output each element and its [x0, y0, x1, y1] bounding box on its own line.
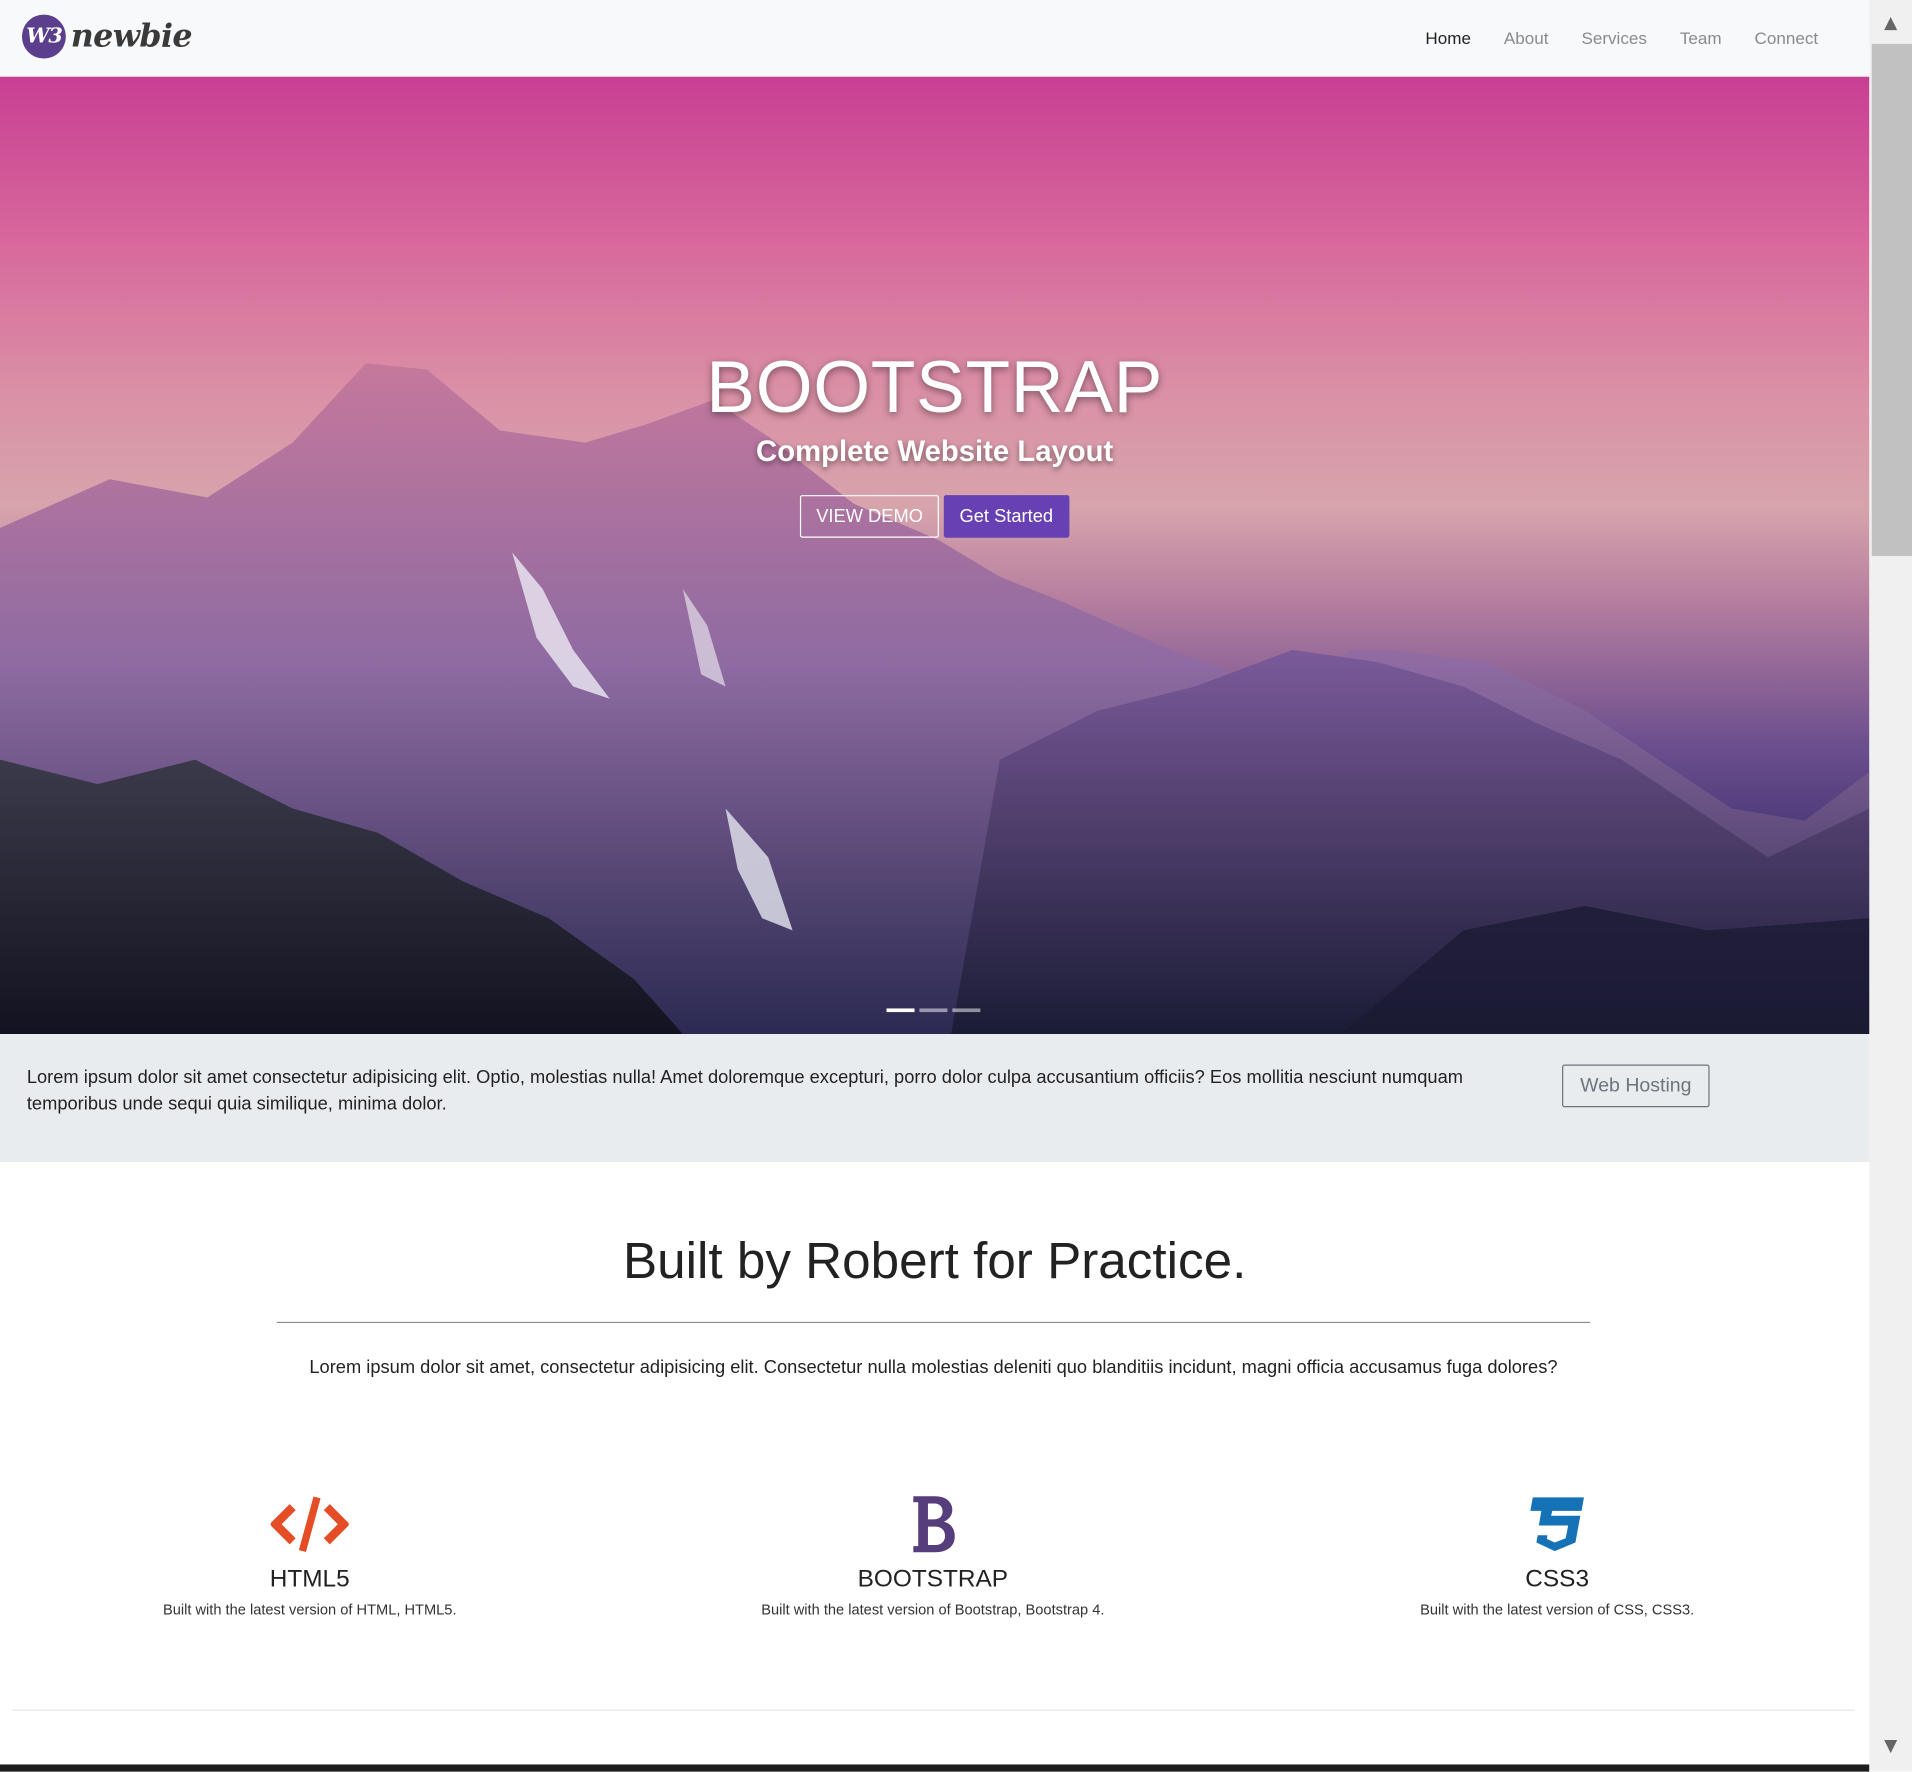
page: W3 newbie Home About Services Team Conne… [0, 0, 1912, 1772]
code-icon [66, 1493, 554, 1556]
jumbotron-strip: Lorem ipsum dolor sit amet consectetur a… [0, 1034, 1870, 1163]
carousel-indicators [886, 1008, 981, 1013]
carousel-indicator-2[interactable] [919, 1008, 948, 1013]
feature-text: Built with the latest version of CSS, CS… [1420, 1601, 1695, 1619]
scroll-up-arrow-icon[interactable]: ▲ [1869, 5, 1912, 42]
feature-text: Built with the latest version of Bootstr… [761, 1601, 1105, 1619]
feature-title: BOOTSTRAP [857, 1565, 1009, 1593]
nav-home[interactable]: Home [1425, 28, 1471, 48]
mountain-image [0, 363, 1870, 1035]
section-title: Built by Robert for Practice. [622, 1231, 1247, 1289]
section-description: Lorem ipsum dolor sit amet, consectetur … [309, 1357, 1558, 1378]
page-scrollbar[interactable]: ▲ ▼ [1869, 0, 1912, 1772]
brand-logo[interactable]: W3 newbie [21, 14, 193, 59]
carousel-indicator-1[interactable] [886, 1008, 915, 1013]
web-hosting-button[interactable]: Web Hosting [1562, 1064, 1710, 1108]
css3-icon [1313, 1493, 1801, 1556]
hero-buttons: VIEW DEMO Get Started [0, 495, 1869, 538]
nav-about[interactable]: About [1504, 28, 1549, 48]
nav-services[interactable]: Services [1581, 28, 1646, 48]
brand-badge: W3 [21, 14, 66, 59]
feature-bootstrap: BOOTSTRAP Built with the latest version … [689, 1493, 1177, 1619]
hero-carousel: BOOTSTRAP Complete Website Layout VIEW D… [0, 76, 1870, 1035]
feature-html5: HTML5 Built with the latest version of H… [66, 1493, 554, 1619]
strip-text: Lorem ipsum dolor sit amet consectetur a… [26, 1066, 1464, 1115]
feature-title: CSS3 [1525, 1565, 1590, 1593]
hero-subtitle: Complete Website Layout [756, 435, 1114, 469]
title-divider [276, 1321, 1591, 1324]
feature-css3: CSS3 Built with the latest version of CS… [1313, 1493, 1801, 1619]
view-demo-button[interactable]: VIEW DEMO [800, 495, 939, 538]
footer-edge [0, 1764, 1870, 1772]
scroll-thumb[interactable] [1871, 43, 1912, 557]
feature-text: Built with the latest version of HTML, H… [162, 1601, 457, 1619]
navbar: W3 newbie Home About Services Team Conne… [0, 0, 1870, 77]
scroll-down-arrow-icon[interactable]: ▼ [1869, 1728, 1912, 1765]
carousel-indicator-3[interactable] [952, 1008, 981, 1013]
nav-menu: Home About Services Team Connect [1425, 0, 1818, 76]
get-started-button[interactable]: Get Started [943, 495, 1069, 538]
bootstrap-icon [689, 1493, 1177, 1556]
brand-name: newbie [70, 18, 193, 55]
nav-team[interactable]: Team [1680, 28, 1722, 48]
section-divider [12, 1709, 1855, 1711]
nav-connect[interactable]: Connect [1755, 28, 1819, 48]
hero-title: BOOTSTRAP [706, 346, 1164, 429]
feature-title: HTML5 [269, 1565, 350, 1593]
